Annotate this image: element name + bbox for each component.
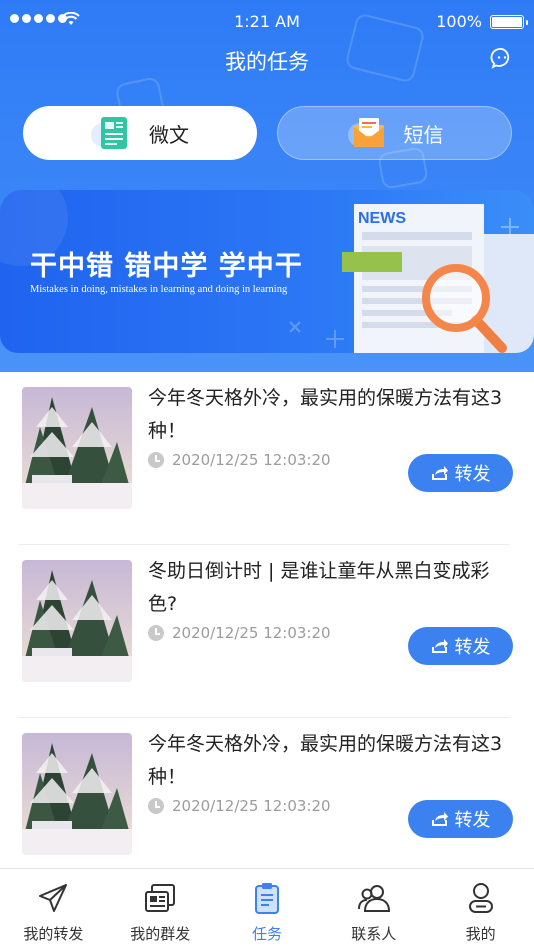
share-icon — [431, 639, 448, 653]
tab-sms-label: 短信 — [403, 122, 444, 147]
newspaper-magnifier-icon: NEWS — [342, 204, 534, 353]
article-thumbnail — [22, 387, 132, 509]
article-time: 2020/12/25 12:03:20 — [172, 624, 331, 642]
newspaper-icon — [145, 884, 176, 912]
envelope-icon — [346, 113, 390, 153]
article-list: 今年冬天格外冷，最实用的保暖方法有这3种！ 2020/12/25 12:03:2… — [0, 372, 534, 891]
tab-label: 我的转发 — [23, 925, 84, 943]
page-title: 我的任务 — [225, 50, 309, 74]
article-meta: 2020/12/25 12:03:20 — [148, 624, 331, 642]
battery-icon — [490, 15, 528, 29]
battery-percent: 100% — [436, 12, 482, 31]
tab-label: 我的群发 — [130, 925, 191, 943]
tab-weiwen[interactable]: 微文 — [23, 106, 257, 160]
list-item[interactable]: 今年冬天格外冷，最实用的保暖方法有这3种！ 2020/12/25 12:03:2… — [0, 372, 534, 545]
article-meta: 2020/12/25 12:03:20 — [148, 797, 331, 815]
forward-button-label: 转发 — [454, 637, 491, 658]
tab-label: 任务 — [251, 925, 282, 943]
document-icon — [91, 113, 135, 153]
promo-banner[interactable]: 干中错 错中学 学中干 Mistakes in doing, mistakes … — [0, 190, 534, 353]
banner-news-label: NEWS — [358, 210, 406, 227]
tab-bar: 我的转发 我的群发 任务 联系人 我的 — [0, 868, 534, 950]
clock-icon — [148, 625, 164, 641]
forward-button[interactable]: 转发 — [408, 627, 513, 665]
article-time: 2020/12/25 12:03:20 — [172, 451, 331, 469]
tab-sms[interactable]: 短信 — [277, 106, 512, 160]
article-thumbnail — [22, 560, 132, 682]
list-item[interactable]: 冬助日倒计时 | 是谁让童年从黑白变成彩色? 2020/12/25 12:03:… — [0, 545, 534, 718]
article-meta: 2020/12/25 12:03:20 — [148, 451, 331, 469]
paper-plane-icon — [39, 884, 68, 912]
chat-icon[interactable] — [490, 46, 514, 70]
tab-my-group-send[interactable]: 我的群发 — [107, 869, 214, 950]
profile-icon — [468, 883, 493, 913]
banner-headline: 干中错 错中学 学中干 — [30, 251, 303, 282]
contacts-icon — [357, 885, 390, 912]
tab-me[interactable]: 我的 — [427, 869, 534, 950]
list-item[interactable]: 今年冬天格外冷，最实用的保暖方法有这3种！ 2020/12/25 12:03:2… — [0, 718, 534, 891]
article-thumbnail — [22, 733, 132, 855]
clock-icon — [148, 452, 164, 468]
banner-subline: Mistakes in doing, mistakes in learning … — [30, 284, 288, 295]
tab-weiwen-label: 微文 — [149, 122, 189, 147]
article-title[interactable]: 今年冬天格外冷，最实用的保暖方法有这3种！ — [148, 382, 513, 448]
share-icon — [431, 812, 448, 826]
article-title[interactable]: 今年冬天格外冷，最实用的保暖方法有这3种！ — [148, 728, 513, 794]
forward-button[interactable]: 转发 — [408, 454, 513, 492]
tab-my-forward[interactable]: 我的转发 — [0, 869, 107, 950]
status-bar: 1:21 AM 100% — [0, 0, 534, 44]
share-icon — [431, 466, 448, 480]
article-title[interactable]: 冬助日倒计时 | 是谁让童年从黑白变成彩色? — [148, 555, 513, 621]
clipboard-icon — [254, 883, 279, 914]
article-time: 2020/12/25 12:03:20 — [172, 797, 331, 815]
forward-button-label: 转发 — [454, 464, 491, 485]
forward-button[interactable]: 转发 — [408, 800, 513, 838]
tab-contacts[interactable]: 联系人 — [320, 869, 427, 950]
task-screen: 1:21 AM 100% 我的任务 微文 短信 干中错 错中学 学中干 Mist… — [0, 0, 534, 950]
clock-icon — [148, 798, 164, 814]
tab-label: 联系人 — [351, 925, 397, 943]
tab-label: 我的 — [465, 925, 496, 943]
tab-task[interactable]: 任务 — [214, 869, 321, 950]
forward-button-label: 转发 — [454, 810, 491, 831]
